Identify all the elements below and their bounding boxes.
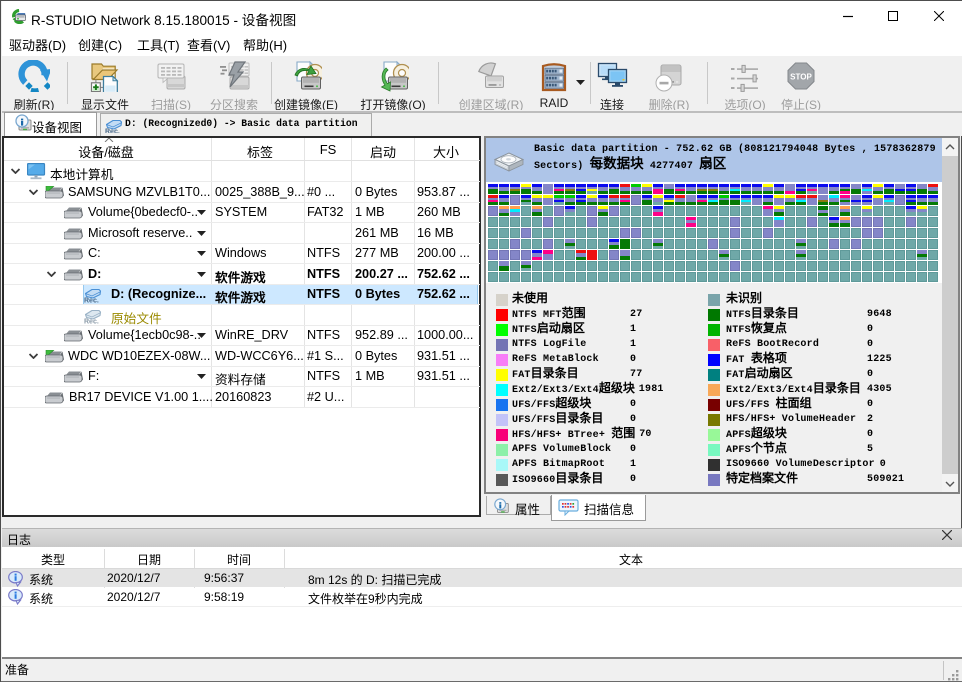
svg-text:STOP: STOP xyxy=(790,73,812,82)
svg-text:Rec.: Rec. xyxy=(84,298,99,304)
svg-text:Rec.: Rec. xyxy=(84,318,99,324)
svg-text:Rec.: Rec. xyxy=(105,129,120,134)
